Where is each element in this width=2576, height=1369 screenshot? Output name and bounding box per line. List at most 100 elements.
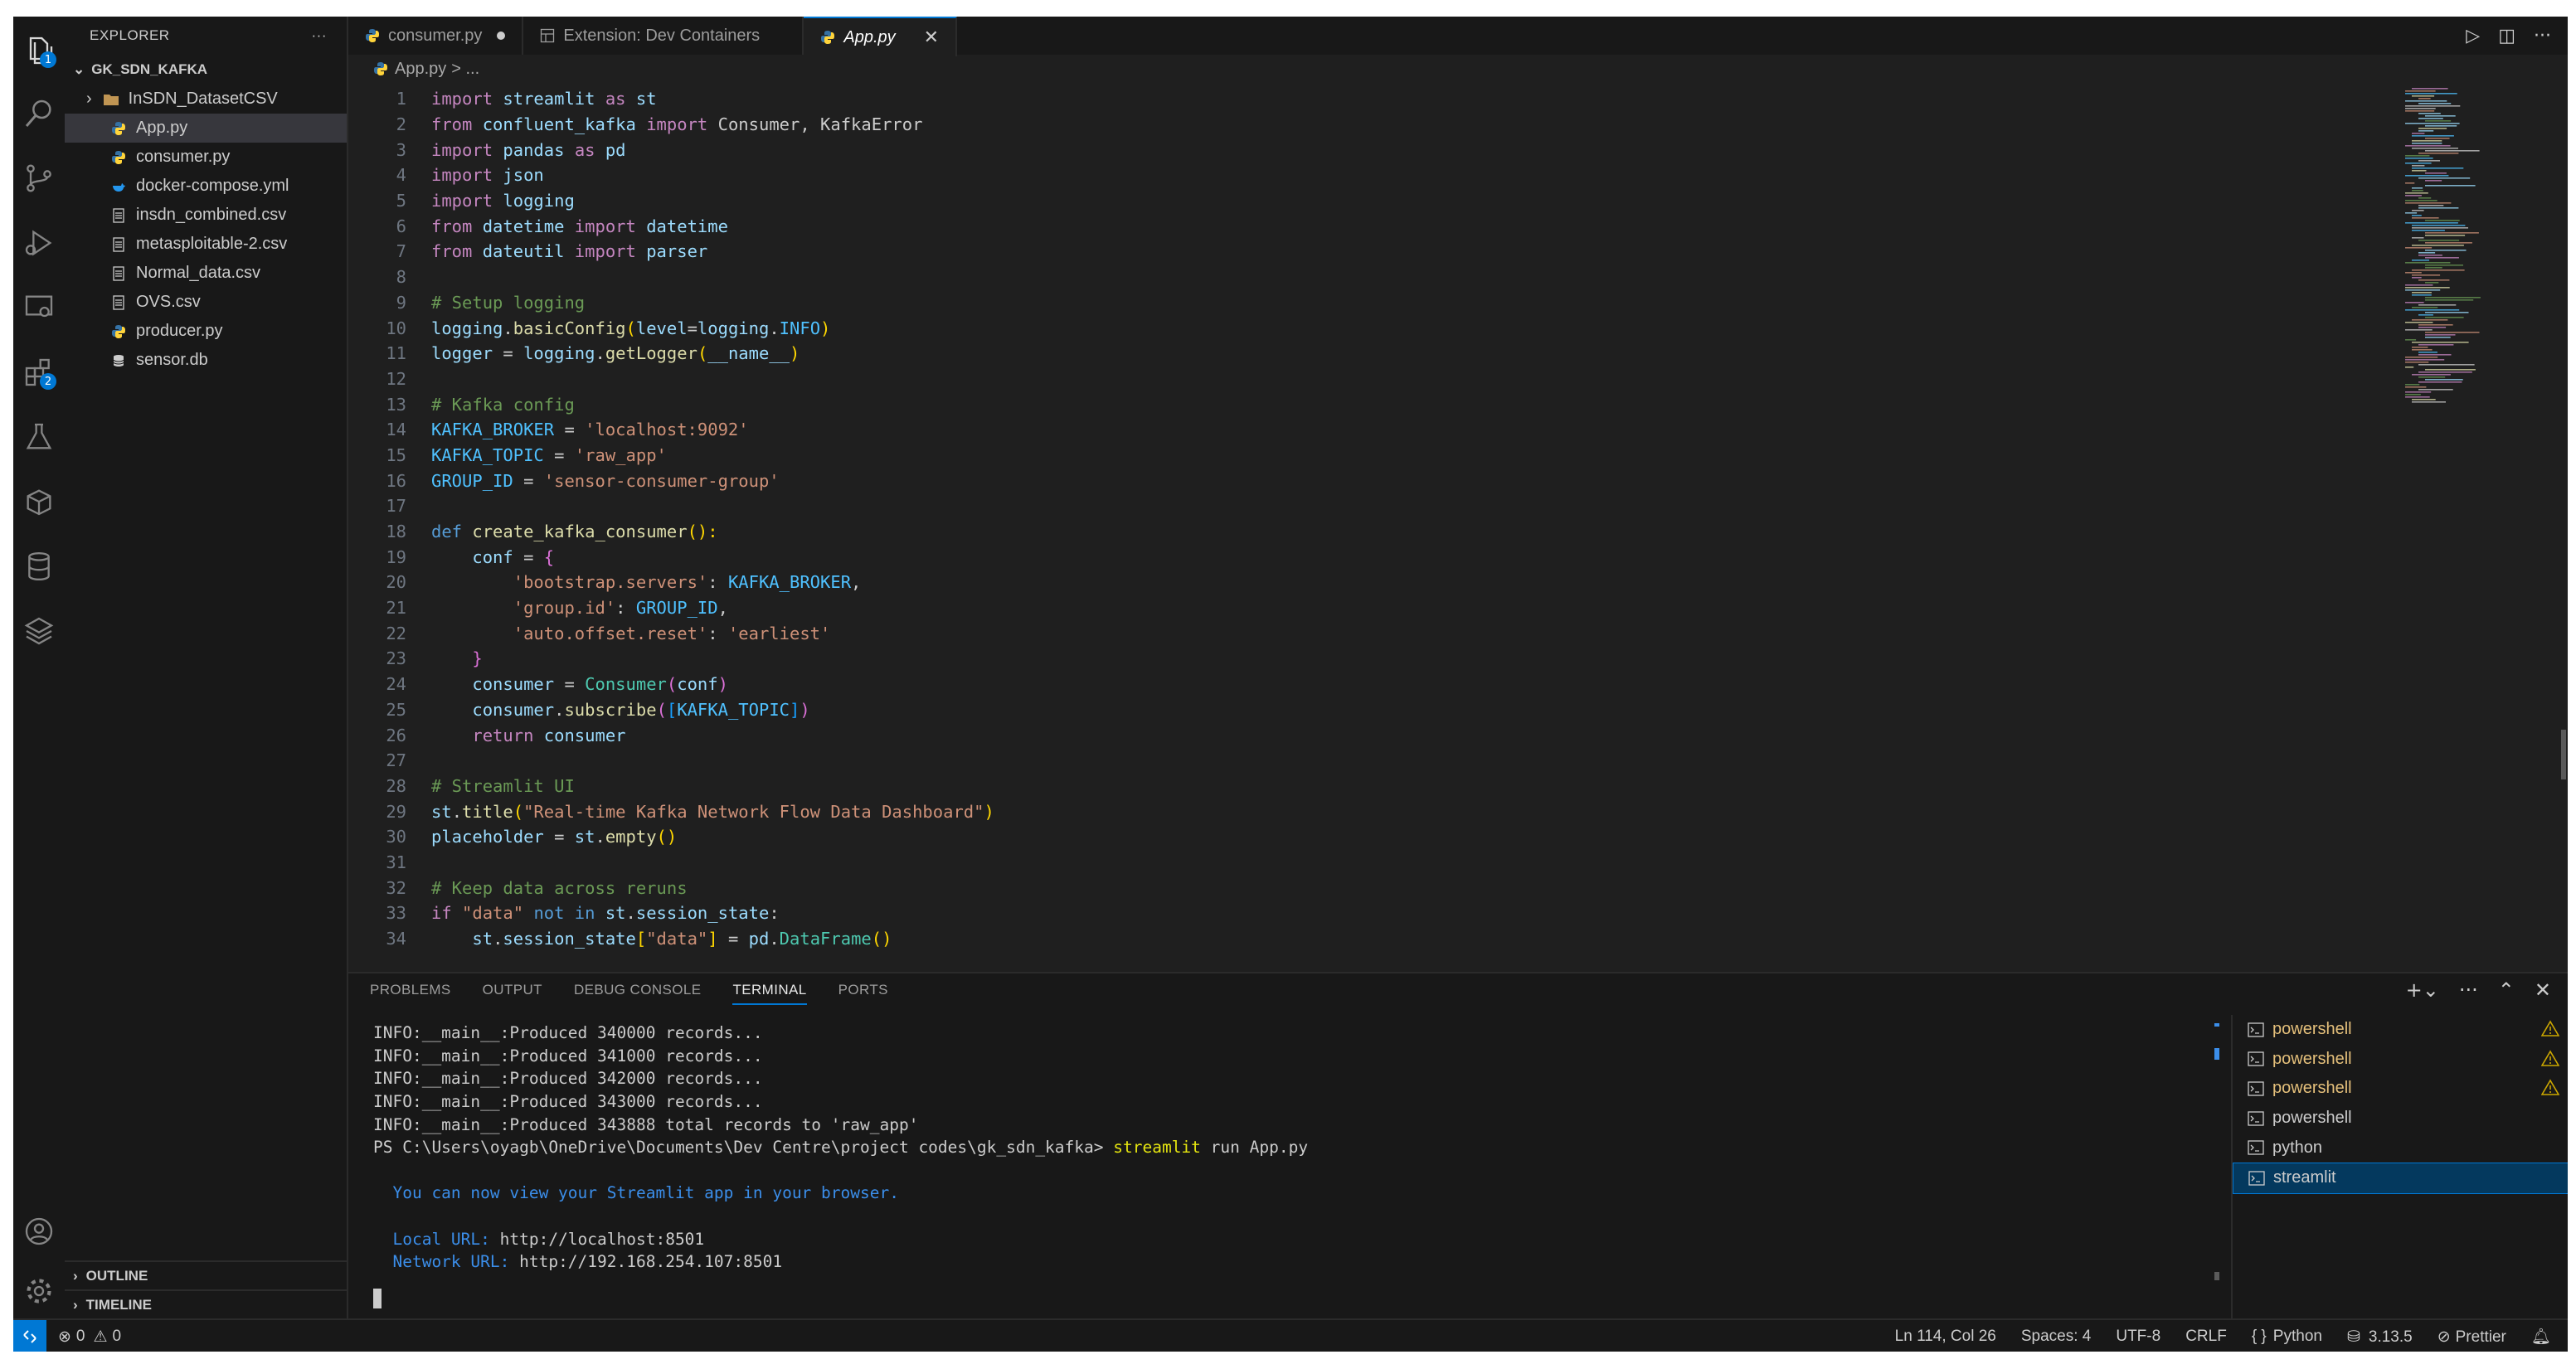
remote-indicator-icon[interactable] xyxy=(13,1320,46,1352)
search-icon[interactable] xyxy=(13,88,65,139)
terminal-line: INFO:__main__:Produced 343000 records... xyxy=(373,1092,763,1112)
prettier-formatter[interactable]: ⊘ Prettier xyxy=(2437,1328,2506,1347)
python-file-icon xyxy=(108,324,129,339)
tree-file[interactable]: Normal_data.csv xyxy=(65,259,347,288)
code-line: 20 'bootstrap.servers': KAFKA_BROKER, xyxy=(348,570,2385,595)
problems-indicator[interactable]: ⊗ 0 ⚠ 0 xyxy=(58,1328,121,1347)
close-panel-icon[interactable]: ✕ xyxy=(2535,978,2551,1002)
line-content: 'auto.offset.reset': 'earliest' xyxy=(513,623,831,643)
python-file-icon xyxy=(373,61,388,76)
run-debug-icon[interactable] xyxy=(13,217,65,269)
python-file-icon xyxy=(820,30,835,45)
breadcrumb-file[interactable]: App.py xyxy=(395,60,446,79)
tree-file[interactable]: sensor.db xyxy=(65,346,347,375)
terminal-instance[interactable]: powershell xyxy=(2233,1015,2568,1045)
terminal-network-url-line: Network URL: http://192.168.254.107:8501 xyxy=(373,1250,2198,1274)
code-line: 31 xyxy=(348,850,2385,876)
panel-tab-ports[interactable]: PORTS xyxy=(838,982,888,998)
end-of-line[interactable]: CRLF xyxy=(2185,1328,2227,1346)
split-editor-icon[interactable]: ◫ xyxy=(2498,26,2515,46)
code-line: 17 xyxy=(348,493,2385,519)
line-content: 'group.id': GROUP_ID, xyxy=(513,598,728,619)
terminal-instance[interactable]: powershell xyxy=(2233,1045,2568,1075)
account-icon[interactable] xyxy=(13,1206,65,1257)
line-content: from dateutil import parser xyxy=(431,241,708,262)
line-number: 29 xyxy=(386,801,406,822)
more-actions-icon[interactable]: ··· xyxy=(2459,978,2478,1002)
maximize-panel-icon[interactable]: ⌃ xyxy=(2498,978,2515,1002)
terminal-instance[interactable]: powershell xyxy=(2233,1104,2568,1134)
tree-file[interactable]: metasploitable-2.csv xyxy=(65,230,347,259)
code-line: 23 } xyxy=(348,646,2385,672)
line-number: 11 xyxy=(386,343,406,364)
settings-gear-icon[interactable] xyxy=(13,1265,65,1317)
tree-file[interactable]: consumer.py xyxy=(65,143,347,172)
python-interpreter[interactable]: ⛁ 3.13.5 xyxy=(2347,1328,2413,1347)
panel-tab-problems[interactable]: PROBLEMS xyxy=(370,982,451,998)
run-file-icon[interactable]: ▷ xyxy=(2466,26,2480,46)
breadcrumb-rest[interactable]: > ... xyxy=(451,60,479,79)
timeline-section[interactable]: › TIMELINE xyxy=(65,1289,347,1319)
code-line: 6 from datetime import datetime xyxy=(348,213,2385,239)
terminal-scrollbar[interactable] xyxy=(2214,1023,2219,1282)
new-terminal-icon[interactable]: +⌄ xyxy=(2406,978,2439,1002)
terminal-instance[interactable]: python xyxy=(2233,1133,2568,1163)
panel-tab-terminal[interactable]: TERMINAL xyxy=(732,982,807,1005)
code-line: 29 st.title("Real-time Kafka Network Flow… xyxy=(348,799,2385,824)
code-line: 27 xyxy=(348,748,2385,774)
tab-consumer-py[interactable]: consumer.py xyxy=(348,17,524,55)
line-content: import streamlit as st xyxy=(431,89,657,109)
notifications-bell-icon[interactable]: 🔔︎ xyxy=(2531,1327,2551,1347)
workspace-root[interactable]: ⌄ GK_SDN_KAFKA xyxy=(65,55,347,85)
tree-item-label: InSDN_DatasetCSV xyxy=(128,90,278,108)
terminal-line: INFO:__main__:Produced 341000 records... xyxy=(373,1046,763,1066)
csv-file-icon xyxy=(108,236,129,252)
tree-item-label: docker-compose.yml xyxy=(136,177,289,195)
code-line: 13 # Kafka config xyxy=(348,391,2385,417)
database-icon[interactable] xyxy=(13,541,65,592)
tree-file[interactable]: insdn_combined.csv xyxy=(65,201,347,230)
explorer-icon[interactable]: 1 xyxy=(13,25,65,76)
close-icon[interactable]: ✕ xyxy=(924,27,939,48)
indentation[interactable]: Spaces: 4 xyxy=(2021,1328,2092,1346)
panel-tab-output[interactable]: OUTPUT xyxy=(483,982,542,998)
warning-count: 0 xyxy=(112,1328,122,1345)
terminal-instance[interactable]: streamlit xyxy=(2233,1162,2568,1194)
tree-file[interactable]: docker-compose.yml xyxy=(65,172,347,201)
terminal-instance-label: powershell xyxy=(2272,1109,2352,1128)
local-url[interactable]: http://localhost:8501 xyxy=(500,1230,705,1249)
terminal-prompt: PS C:\Users\oyagb\OneDrive\Documents\Dev… xyxy=(373,1138,1114,1158)
terminal-instance-label: powershell xyxy=(2272,1020,2352,1039)
code-line: 18 def create_kafka_consumer(): xyxy=(348,519,2385,545)
tab-app-py[interactable]: App.py ✕ xyxy=(804,17,958,56)
line-number: 17 xyxy=(386,496,406,517)
warning-icon xyxy=(2540,1020,2560,1041)
network-url[interactable]: http://192.168.254.107:8501 xyxy=(519,1252,782,1271)
tree-file[interactable]: producer.py xyxy=(65,317,347,346)
minimap[interactable] xyxy=(2402,88,2568,436)
layers-icon[interactable] xyxy=(13,605,65,657)
remote-explorer-icon[interactable] xyxy=(13,282,65,333)
cursor-position[interactable]: Ln 114, Col 26 xyxy=(1895,1328,1996,1346)
terminal-output[interactable]: INFO:__main__:Produced 340000 records...… xyxy=(373,1022,2198,1274)
unsaved-dot-icon[interactable] xyxy=(497,32,506,40)
panel-tab-debug-console[interactable]: DEBUG CONSOLE xyxy=(574,982,702,998)
encoding[interactable]: UTF-8 xyxy=(2116,1328,2160,1346)
docker-containers-icon[interactable] xyxy=(13,476,65,527)
terminal-instance[interactable]: powershell xyxy=(2233,1074,2568,1104)
explorer-more-actions[interactable]: ··· xyxy=(312,27,327,44)
outline-section[interactable]: › OUTLINE xyxy=(65,1260,347,1290)
tree-file[interactable]: App.py xyxy=(65,114,347,143)
tab-label: App.py xyxy=(843,27,896,46)
tree-folder[interactable]: › InSDN_DatasetCSV xyxy=(65,85,347,114)
code-editor[interactable]: 1 import streamlit as st 2 from confluent_k… xyxy=(348,86,2385,970)
line-number: 27 xyxy=(386,750,406,771)
more-actions-icon[interactable]: ··· xyxy=(2534,26,2551,46)
language-mode[interactable]: { } Python xyxy=(2252,1328,2322,1346)
extensions-icon[interactable]: 2 xyxy=(13,347,65,398)
tree-file[interactable]: OVS.csv xyxy=(65,288,347,317)
tab-extension-dev-containers[interactable]: Extension: Dev Containers xyxy=(523,17,804,55)
testing-flask-icon[interactable] xyxy=(13,411,65,463)
source-control-icon[interactable] xyxy=(13,153,65,204)
editor-scrollbar[interactable] xyxy=(2561,730,2566,779)
